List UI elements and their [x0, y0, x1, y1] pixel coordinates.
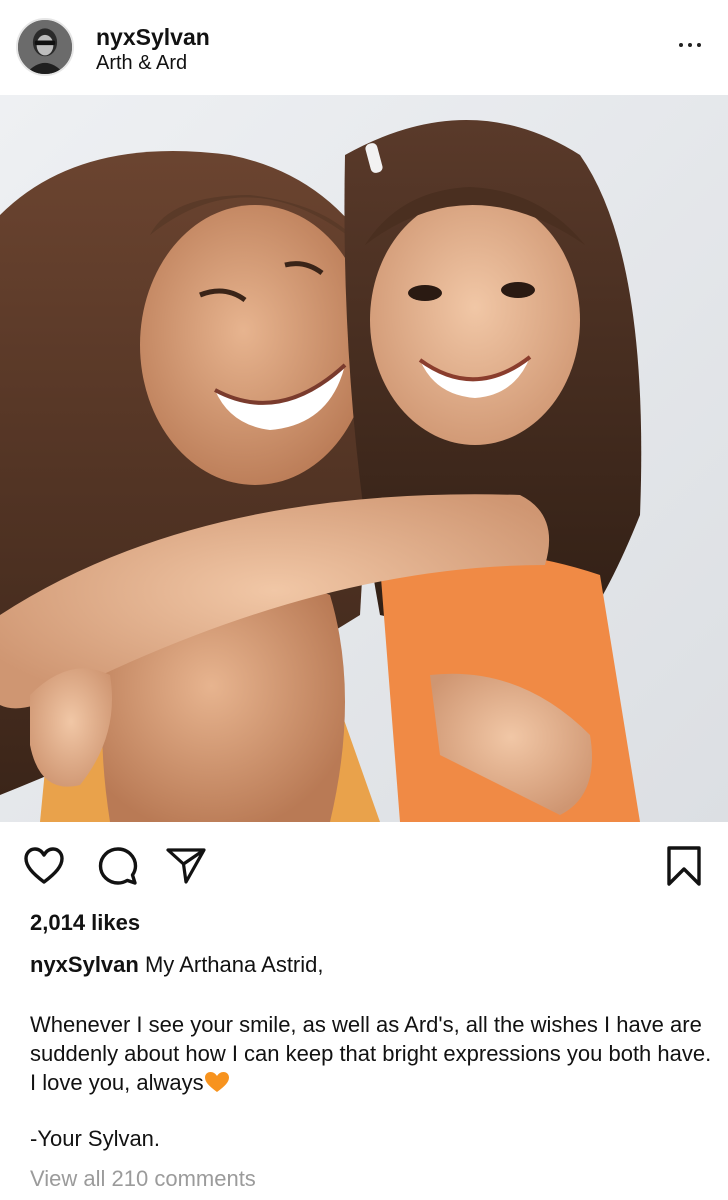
- like-button[interactable]: [22, 844, 66, 888]
- post-action-bar: [0, 822, 728, 908]
- share-button[interactable]: [164, 844, 208, 888]
- caption-body-text: Whenever I see your smile, as well as Ar…: [30, 1012, 712, 1095]
- comment-bubble-icon: [98, 847, 138, 885]
- post-location[interactable]: Arth & Ard: [96, 52, 187, 75]
- post-photo-image: [0, 95, 728, 822]
- paper-plane-icon: [166, 848, 206, 884]
- more-options-button[interactable]: [668, 30, 712, 60]
- save-button[interactable]: [662, 844, 706, 888]
- caption-body: Whenever I see your smile, as well as Ar…: [30, 1010, 720, 1097]
- caption-first-line: nyxSylvan My Arthana Astrid,: [30, 952, 710, 978]
- bookmark-icon: [667, 846, 701, 886]
- heart-outline-icon: [24, 847, 64, 884]
- caption-username[interactable]: nyxSylvan: [30, 952, 139, 977]
- post-photo[interactable]: [0, 95, 728, 822]
- orange-heart-emoji: [204, 1072, 229, 1092]
- more-options-icon: [679, 43, 683, 47]
- post-header: nyxSylvan Arth & Ard: [0, 0, 728, 95]
- caption-signoff: -Your Sylvan.: [30, 1126, 161, 1151]
- likes-count[interactable]: 2,014 likes: [30, 910, 140, 936]
- view-comments-link[interactable]: View all 210 comments: [30, 1166, 256, 1192]
- caption-greeting: My Arthana Astrid,: [144, 952, 324, 977]
- avatar[interactable]: [16, 18, 74, 76]
- post-username[interactable]: nyxSylvan: [96, 24, 210, 51]
- comment-button[interactable]: [96, 844, 140, 888]
- avatar-image: [18, 20, 72, 74]
